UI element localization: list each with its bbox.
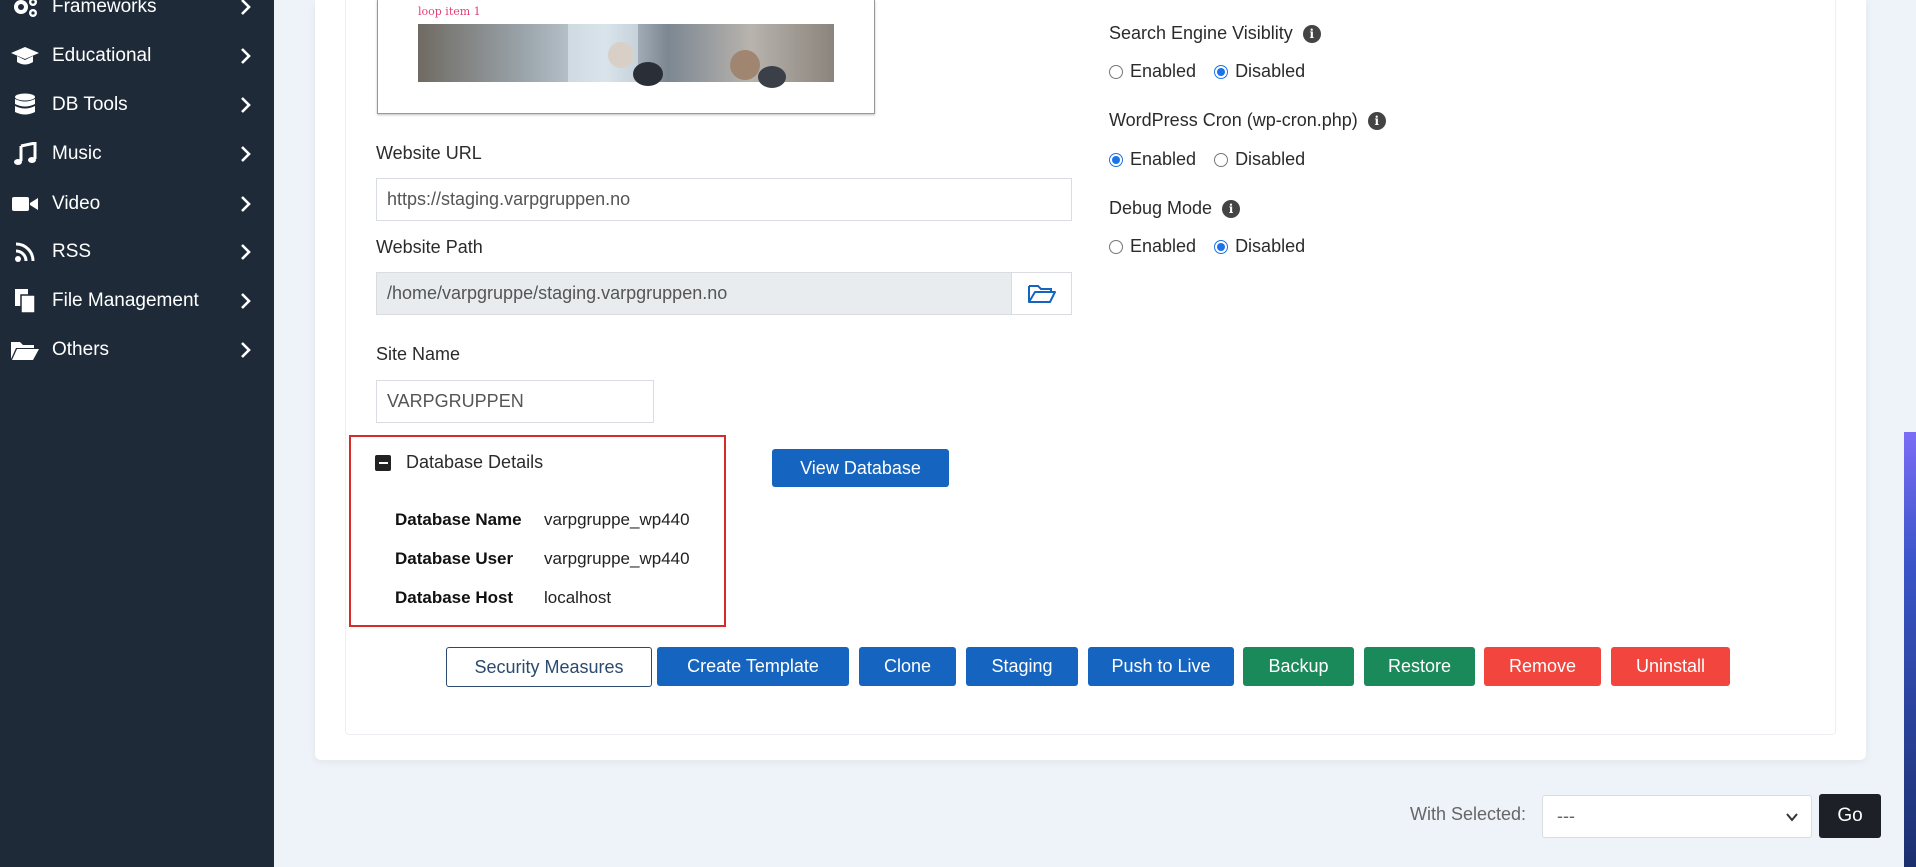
chevron-right-icon [241,48,251,64]
sidebar-item-db-tools[interactable]: DB Tools [0,85,274,125]
gears-icon [10,0,40,20]
sidebar-item-label: Educational [52,45,152,66]
collapse-toggle-icon[interactable] [375,455,391,471]
site-preview[interactable]: loop item 1 [377,0,875,114]
database-name-key: Database Name [395,510,522,529]
staging-button[interactable]: Staging [966,647,1078,686]
chevron-right-icon [241,97,251,113]
create-template-button[interactable]: Create Template [657,647,849,686]
preview-caption: loop item 1 [418,5,481,18]
sidebar-item-others[interactable]: Others [0,330,274,370]
database-host-key: Database Host [395,588,514,607]
scrollbar-thumb[interactable] [1904,432,1916,867]
sidebar-item-label: RSS [52,241,92,262]
debug-mode-label: Debug Mode i [1109,198,1241,219]
sidebar: Frameworks Educational DB Tools Music Vi… [0,0,274,867]
sidebar-item-frameworks[interactable]: Frameworks [0,0,274,27]
bulk-action-select[interactable]: --- [1542,795,1812,838]
chevron-right-icon [241,0,251,15]
website-url-input[interactable]: https://staging.varpgruppen.no [376,178,1072,221]
folder-open-icon [1027,284,1056,303]
wp-cron-enabled-radio[interactable] [1109,152,1123,167]
sidebar-item-music[interactable]: Music [0,134,274,174]
site-name-label: Site Name [376,344,461,364]
video-camera-icon [10,191,40,217]
remove-button[interactable]: Remove [1484,647,1601,686]
folder-open-icon [10,337,40,363]
website-url-label: Website URL [376,143,482,163]
info-icon[interactable]: i [1367,111,1386,130]
info-icon[interactable]: i [1302,24,1321,43]
site-name-input[interactable]: VARPGRUPPEN [376,380,654,423]
browse-folder-button[interactable] [1011,272,1072,315]
search-engine-enabled-radio[interactable] [1109,64,1123,79]
sidebar-item-educational[interactable]: Educational [0,36,274,76]
sidebar-item-label: Music [52,143,102,164]
restore-button[interactable]: Restore [1364,647,1475,686]
debug-disabled-radio[interactable] [1214,239,1229,254]
search-engine-visibility-label: Search Engine Visiblity i [1109,23,1321,44]
sidebar-item-label: Video [52,193,101,214]
debug-enabled-radio[interactable] [1109,239,1123,254]
push-to-live-button[interactable]: Push to Live [1088,647,1234,686]
wp-cron-options: Enabled Disabled [1109,149,1305,170]
chevron-right-icon [241,196,251,212]
sidebar-item-label: File Management [52,290,199,311]
chevron-right-icon [241,244,251,260]
uninstall-button[interactable]: Uninstall [1611,647,1730,686]
graduation-cap-icon [10,43,40,69]
wp-cron-label: WordPress Cron (wp-cron.php) i [1109,110,1386,131]
database-user-value: varpgruppe_wp440 [544,549,690,568]
sidebar-item-label: Others [52,339,110,360]
files-icon [10,288,40,314]
sidebar-item-rss[interactable]: RSS [0,232,274,272]
database-name-value: varpgruppe_wp440 [544,510,690,529]
sidebar-item-file-management[interactable]: File Management [0,281,274,321]
view-database-button[interactable]: View Database [772,449,949,487]
database-host-value: localhost [544,588,612,607]
search-engine-disabled-radio[interactable] [1214,64,1229,79]
info-icon[interactable]: i [1222,199,1241,218]
go-button[interactable]: Go [1819,794,1881,838]
security-measures-button[interactable]: Security Measures [446,647,652,687]
database-details-box: Database Details Database Name varpgrupp… [349,435,726,627]
database-user-key: Database User [395,549,514,568]
debug-mode-options: Enabled Disabled [1109,236,1305,257]
chevron-right-icon [241,293,251,309]
sidebar-item-label: Frameworks [52,0,157,17]
preview-image [418,24,834,88]
chevron-down-icon [1786,813,1798,822]
database-details-title: Database Details [406,452,544,472]
website-path-label: Website Path [376,237,483,257]
search-engine-visibility-options: Enabled Disabled [1109,61,1305,82]
database-icon [10,92,40,118]
sidebar-item-video[interactable]: Video [0,184,274,224]
sidebar-item-label: DB Tools [52,94,128,115]
with-selected-label: With Selected: [1410,804,1527,824]
clone-button[interactable]: Clone [859,647,956,686]
chevron-right-icon [241,146,251,162]
rss-icon [10,239,40,265]
backup-button[interactable]: Backup [1243,647,1354,686]
website-path-input[interactable]: /home/varpgruppe/staging.varpgruppen.no [376,272,1012,315]
chevron-right-icon [241,342,251,358]
music-note-icon [10,141,40,167]
wp-cron-disabled-radio[interactable] [1214,152,1229,167]
